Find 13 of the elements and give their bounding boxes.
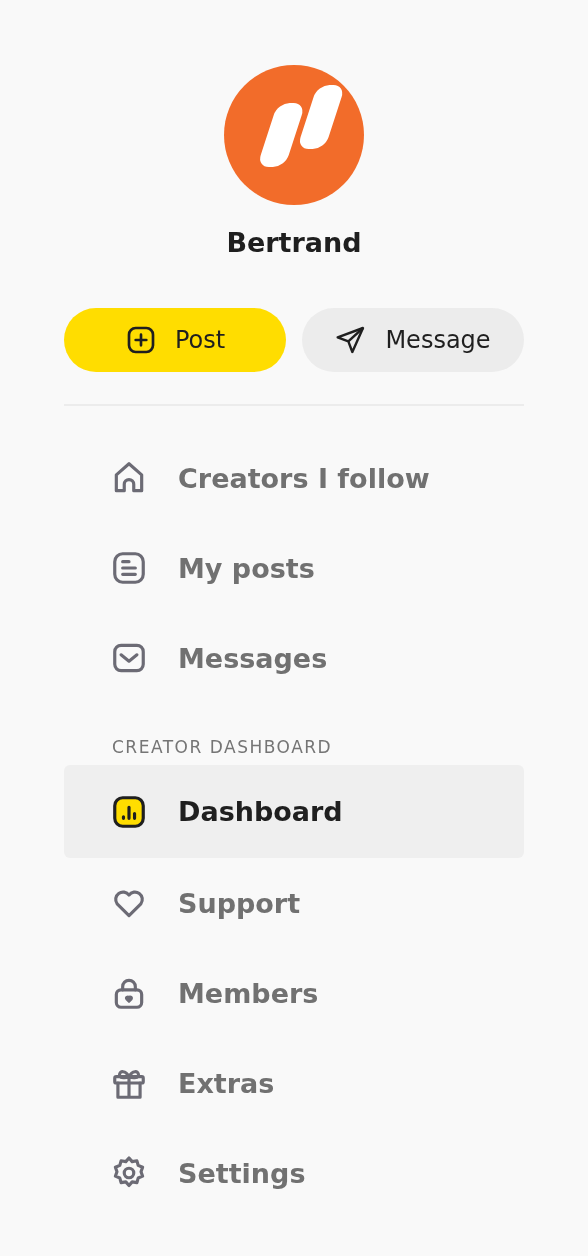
nav-item[interactable]: Support bbox=[64, 858, 524, 948]
nav-item[interactable]: Extras bbox=[64, 1038, 524, 1128]
profile-name: Bertrand bbox=[226, 226, 362, 260]
nav-item[interactable]: Creators I follow bbox=[64, 433, 524, 523]
message-button[interactable]: Message bbox=[302, 308, 524, 372]
document-icon bbox=[110, 549, 148, 587]
nav-item[interactable]: Dashboard bbox=[64, 765, 524, 858]
nav-item[interactable]: Messages bbox=[64, 613, 524, 703]
nav-item[interactable]: Settings bbox=[64, 1128, 524, 1218]
post-button[interactable]: Post bbox=[64, 308, 286, 372]
nav-item[interactable]: My posts bbox=[64, 523, 524, 613]
nav-item[interactable]: Members bbox=[64, 948, 524, 1038]
section-heading: CREATOR DASHBOARD bbox=[111, 737, 334, 757]
